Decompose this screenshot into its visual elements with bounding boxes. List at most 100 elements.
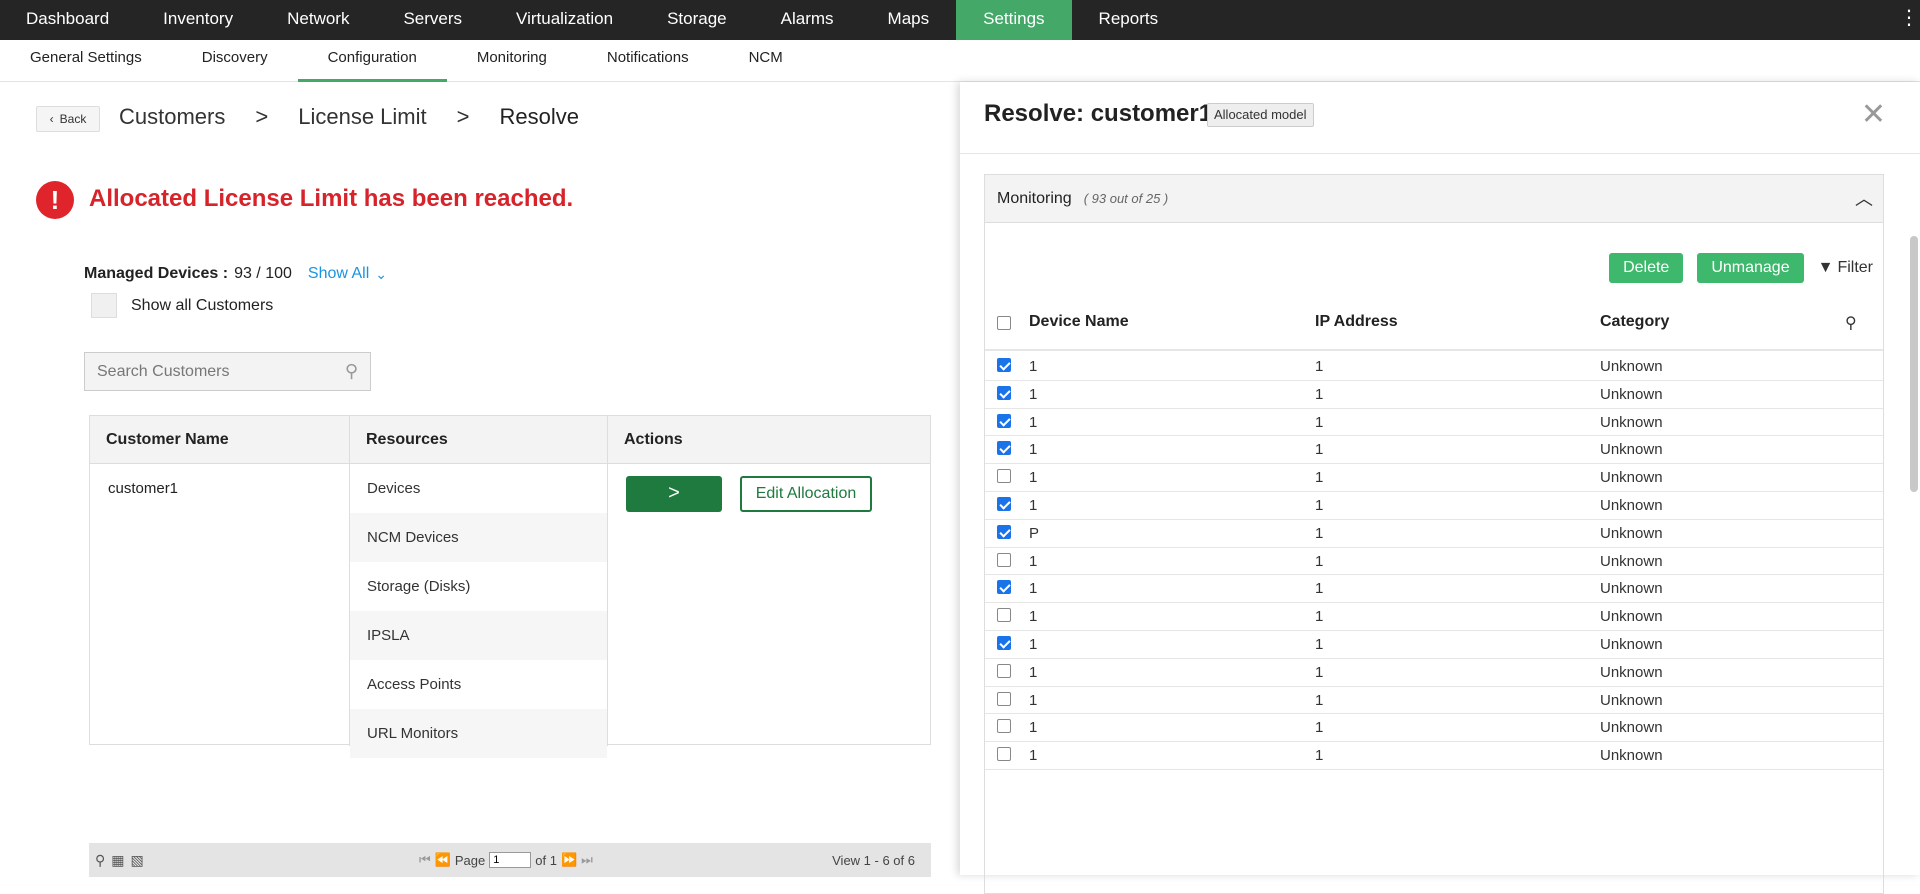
select-all-checkbox[interactable] [997, 316, 1011, 330]
table-row[interactable]: 1 1 Unknown [985, 409, 1883, 437]
table-row[interactable]: 1 1 Unknown [985, 548, 1883, 576]
category: Unknown [1600, 524, 1663, 542]
col-actions: Actions [624, 431, 683, 448]
row-checkbox[interactable] [997, 441, 1011, 456]
nav-alarms[interactable]: Alarms [754, 0, 861, 40]
nav-maps[interactable]: Maps [861, 0, 957, 40]
ip-address: 1 [1315, 635, 1324, 653]
table-row[interactable]: 1 1 Unknown [985, 353, 1883, 381]
row-checkbox[interactable] [997, 608, 1011, 623]
search-icon[interactable]: ⚲ [1845, 313, 1857, 333]
table-row[interactable]: 1 1 Unknown [985, 714, 1883, 743]
tab-discovery[interactable]: Discovery [172, 40, 298, 82]
unmanage-button[interactable]: Unmanage [1697, 253, 1804, 283]
csv-export-icon[interactable]: ▦ [111, 852, 124, 869]
row-checkbox[interactable] [997, 691, 1011, 706]
row-checkbox[interactable] [997, 469, 1011, 484]
nav-servers[interactable]: Servers [376, 0, 489, 40]
nav-storage[interactable]: Storage [640, 0, 754, 40]
device-name: 1 [1029, 663, 1038, 681]
category: Unknown [1600, 358, 1663, 375]
device-name: 1 [1029, 385, 1038, 403]
table-row[interactable]: 1 1 Unknown [985, 659, 1883, 687]
row-checkbox[interactable] [997, 663, 1011, 678]
ip-address: 1 [1315, 413, 1324, 431]
category: Unknown [1600, 413, 1663, 431]
row-checkbox[interactable] [997, 496, 1011, 511]
table-row[interactable]: 1 1 Unknown [985, 436, 1883, 465]
scrollbar[interactable] [1910, 156, 1918, 876]
close-icon[interactable]: ✕ [1861, 100, 1886, 130]
row-checkbox[interactable] [997, 385, 1011, 400]
search-input[interactable] [97, 362, 345, 381]
device-name: 1 [1029, 441, 1038, 459]
col-device-name: Device Name [1029, 313, 1129, 330]
delete-button[interactable]: Delete [1609, 253, 1684, 283]
category: Unknown [1600, 552, 1663, 570]
nav-network[interactable]: Network [260, 0, 376, 40]
filter-icon: ▼ [1817, 259, 1834, 276]
first-page-icon[interactable]: ⏮ [419, 852, 431, 868]
row-checkbox[interactable] [997, 719, 1011, 734]
filter-button[interactable]: ▼ Filter [1818, 259, 1873, 277]
table-row[interactable]: P 1 Unknown [985, 520, 1883, 548]
row-checkbox[interactable] [997, 635, 1011, 650]
ip-address: 1 [1315, 524, 1324, 542]
nav-inventory[interactable]: Inventory [136, 0, 260, 40]
scrollbar-thumb[interactable] [1910, 236, 1918, 492]
row-checkbox[interactable] [997, 747, 1011, 762]
chevron-down-icon[interactable]: ⌄ [375, 266, 387, 283]
sub-nav: General Settings Discovery Configuration… [0, 40, 1920, 82]
table-row[interactable]: 1 1 Unknown [985, 492, 1883, 520]
crumb-license-limit[interactable]: License Limit [298, 104, 426, 130]
managed-devices: Managed Devices : 93 / 100 Show All ⌄ [84, 265, 387, 283]
show-all-customers-checkbox[interactable] [91, 293, 117, 318]
table-row[interactable]: 1 1 Unknown [985, 631, 1883, 659]
table-row[interactable]: 1 1 Unknown [985, 381, 1883, 409]
ip-address: 1 [1315, 496, 1324, 514]
tab-general-settings[interactable]: General Settings [0, 40, 172, 82]
table-row[interactable]: 1 1 Unknown [985, 742, 1883, 770]
row-checkbox[interactable] [997, 358, 1011, 372]
crumb-customers[interactable]: Customers [119, 104, 225, 130]
page-number-input[interactable] [489, 852, 532, 868]
tab-notifications[interactable]: Notifications [577, 40, 719, 82]
last-page-icon[interactable]: ⏭ [581, 852, 593, 868]
table-row[interactable]: 1 1 Unknown [985, 575, 1883, 604]
tab-configuration[interactable]: Configuration [297, 40, 447, 82]
search-icon[interactable]: ⚲ [95, 852, 105, 869]
row-checkbox[interactable] [997, 413, 1011, 428]
device-name: 1 [1029, 552, 1038, 570]
row-checkbox[interactable] [997, 580, 1011, 595]
table-row[interactable]: 1 1 Unknown [985, 464, 1883, 492]
category: Unknown [1600, 496, 1663, 514]
chevron-up-icon[interactable]: ︿ [1855, 185, 1873, 211]
row-checkbox[interactable] [997, 552, 1011, 567]
row-checkbox[interactable] [997, 524, 1011, 539]
section-count: ( 93 out of 25 ) [1083, 191, 1169, 206]
tab-monitoring[interactable]: Monitoring [447, 40, 577, 82]
nav-settings[interactable]: Settings [956, 0, 1072, 40]
table-row[interactable]: 1 1 Unknown [985, 687, 1883, 715]
page-label: Page [454, 852, 486, 868]
table-row[interactable]: 1 1 Unknown [985, 603, 1883, 631]
prev-page-icon[interactable]: ⏪ [435, 852, 451, 868]
search-icon[interactable]: ⚲ [345, 361, 358, 382]
crumb-separator: > [255, 104, 269, 129]
excel-export-icon[interactable]: ▧ [131, 852, 144, 869]
kebab-menu-icon[interactable]: ⋮ [1898, 0, 1920, 40]
edit-allocation-button[interactable]: Edit Allocation [740, 476, 872, 512]
section-header[interactable]: Monitoring ( 93 out of 25 ) ︿ [985, 175, 1883, 223]
nav-dashboard[interactable]: Dashboard [0, 0, 136, 40]
resolve-go-button[interactable]: > [626, 476, 722, 512]
back-button[interactable]: ‹ Back [36, 106, 100, 132]
category: Unknown [1600, 691, 1663, 709]
next-page-icon[interactable]: ⏩ [561, 852, 577, 868]
device-name: 1 [1029, 635, 1038, 653]
nav-virtualization[interactable]: Virtualization [489, 0, 640, 40]
ip-address: 1 [1315, 663, 1324, 681]
show-all-link[interactable]: Show All [308, 265, 369, 283]
nav-reports[interactable]: Reports [1072, 0, 1186, 40]
tab-ncm[interactable]: NCM [719, 40, 813, 82]
resource-ipsla: IPSLA [350, 611, 607, 660]
